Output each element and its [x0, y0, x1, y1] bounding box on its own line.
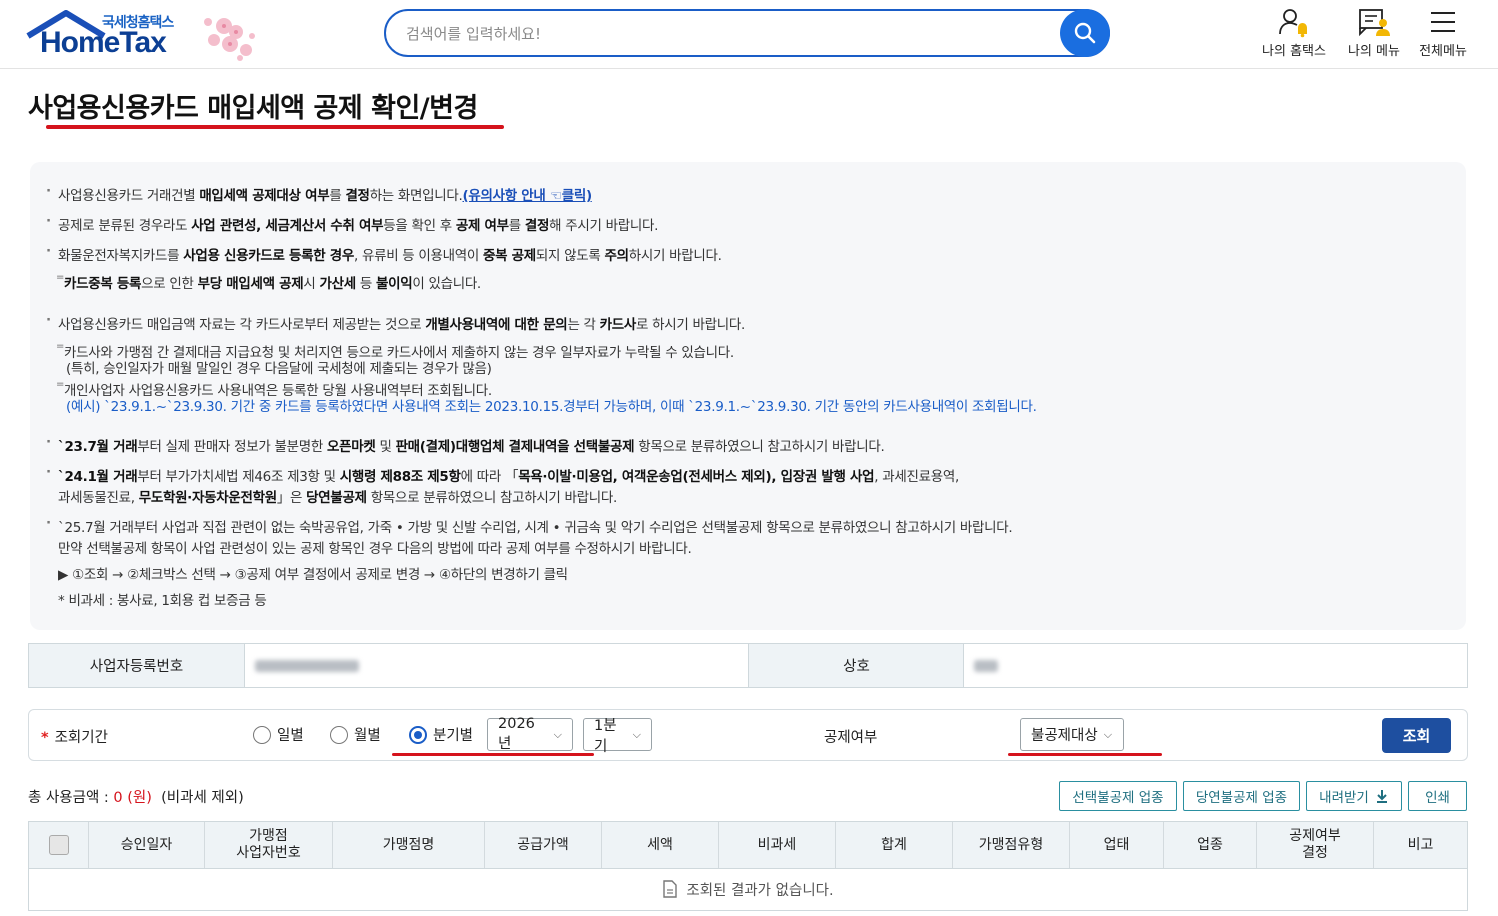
- biz-no-value: [244, 644, 748, 687]
- search-button[interactable]: [1060, 9, 1110, 57]
- col-business-type: 업태: [1070, 822, 1164, 868]
- nav-my-hometax[interactable]: 나의 홈택스: [1260, 6, 1328, 59]
- title-underline: [46, 125, 504, 129]
- nav-label: 전체메뉴: [1419, 44, 1467, 59]
- page-title: 사업용신용카드 매입세액 공제 확인/변경: [28, 93, 478, 124]
- notice-line: 공제로 분류된 경우라도 사업 관련성, 세금계산서 수취 여부등을 확인 후 …: [46, 213, 658, 234]
- col-merchant-biz-no: 가맹점 사업자번호: [205, 822, 333, 868]
- year-select[interactable]: 2026년 ⌵: [487, 716, 573, 752]
- radio-daily[interactable]: 일별: [253, 724, 304, 745]
- nav-all-menu[interactable]: 전체메뉴: [1414, 6, 1472, 59]
- col-approval-date: 승인일자: [89, 822, 205, 868]
- print-button[interactable]: 인쇄: [1408, 781, 1467, 811]
- deduct-select[interactable]: 불공제대상 ⌵: [1020, 718, 1124, 751]
- total-amount-value: 0 (원): [113, 790, 152, 806]
- grid-header: 승인일자 가맹점 사업자번호 가맹점명 공급가액 세액 비과세 합계 가맹점유형…: [29, 822, 1467, 869]
- period-label: * 조회기간: [41, 730, 108, 746]
- hamburger-menu-icon: [1431, 12, 1455, 32]
- notice-line: `23.7월 거래부터 실제 판매자 정보가 불분명한 오픈마켓 및 판매(결제…: [46, 434, 885, 455]
- nav-label: 나의 메뉴: [1348, 44, 1400, 59]
- optional-nondeduct-button[interactable]: 선택불공제 업종: [1059, 781, 1177, 811]
- search-bar: [384, 9, 1110, 57]
- notice-example: (예시) `23.9.1.~`23.9.30. 기간 중 카드를 등록하였다면 …: [66, 399, 1037, 415]
- col-deduction-decision: 공제여부 결정: [1257, 822, 1374, 868]
- download-button[interactable]: 내려받기: [1306, 781, 1402, 811]
- quarter-select[interactable]: 1분기 ⌵: [583, 718, 652, 755]
- col-remarks: 비고: [1407, 836, 1434, 853]
- col-merchant-name: 가맹점명: [333, 822, 485, 868]
- trade-name-label: 상호: [748, 644, 964, 687]
- col-tax: 세액: [602, 822, 719, 868]
- document-icon: [663, 880, 678, 898]
- download-icon: [1376, 790, 1387, 803]
- notice-line: 화물운전자복지카드를 사업용 신용카드로 등록한 경우, 유류비 등 이용내역이…: [46, 243, 722, 264]
- col-total: 합계: [836, 822, 953, 868]
- taxpayer-info-table: 사업자등록번호 상호: [28, 643, 1468, 688]
- empty-message: 조회된 결과가 없습니다.: [686, 882, 834, 899]
- mandatory-nondeduct-button[interactable]: 당연불공제 업종: [1183, 781, 1300, 811]
- radio-quarterly[interactable]: 분기별: [409, 724, 473, 745]
- user-bell-icon: [1279, 9, 1307, 38]
- col-tax-exempt: 비과세: [719, 822, 836, 868]
- notice-line: 만약 선택불공제 항목이 사업 관련성이 있는 공제 항목인 경우 다음의 방법…: [58, 541, 692, 557]
- nav-my-menu[interactable]: 나의 메뉴: [1345, 6, 1403, 59]
- select-all-checkbox[interactable]: [48, 835, 69, 855]
- empty-result-row: 조회된 결과가 없습니다.: [29, 868, 1467, 910]
- logo-wordmark: HomeTax: [40, 26, 167, 59]
- notice-line: 사업용신용카드 거래건별 매입세액 공제대상 여부를 결정하는 화면입니다.(유…: [46, 183, 593, 204]
- result-grid: 승인일자 가맹점 사업자번호 가맹점명 공급가액 세액 비과세 합계 가맹점유형…: [28, 821, 1468, 911]
- my-menu-icon: [1359, 9, 1390, 37]
- notice-subline: (특히, 승인일자가 매월 말일인 경우 다음달에 국세청에 제출되는 경우가 …: [66, 361, 492, 377]
- search-input[interactable]: [404, 21, 1048, 47]
- hometax-logo[interactable]: 국세청홈택스 HomeTax: [26, 8, 266, 64]
- nav-label: 나의 홈택스: [1262, 44, 1326, 59]
- chevron-down-icon: ⌵: [553, 727, 562, 741]
- notice-line: `25.7월 거래부터 사업과 직접 관련이 없는 숙박공유업, 가죽 • 가방…: [46, 515, 1013, 536]
- search-icon: [1074, 22, 1096, 44]
- notice-line: 과세동물진료, 무도학원·자동차운전학원」은 당연불공제 항목으로 분류하였으니…: [58, 490, 618, 506]
- highlight-underline: [392, 753, 594, 756]
- query-conditions: * 조회기간 일별 월별 분기별 2026년 ⌵ 1분기 ⌵ 공제여부 불공제대상 ⌵: [28, 709, 1468, 761]
- notice-subline: 카드중복 등록으로 인한 부당 매입세액 공제시 가산세 등 불이익이 있습니다…: [56, 272, 481, 292]
- cherry-blossom-icon: [204, 18, 255, 61]
- col-supply-amount: 공급가액: [485, 822, 602, 868]
- col-merchant-type: 가맹점유형: [953, 822, 1070, 868]
- chevron-down-icon: ⌵: [1103, 727, 1113, 741]
- notice-steps: ▶ ①조회 → ②체크박스 선택 → ③공제 여부 결정에서 공제로 변경 → …: [58, 567, 568, 583]
- highlight-underline: [1008, 753, 1162, 756]
- total-amount: 총 사용금액 : 0 (원) (비과세 제외): [28, 790, 244, 806]
- deduct-label: 공제여부: [824, 730, 878, 746]
- notice-line: `24.1월 거래부터 부가가치세법 제46조 제3항 및 시행령 제88조 제…: [46, 464, 959, 485]
- select-all-checkbox-cell: [29, 822, 89, 868]
- caution-guide-link[interactable]: (유의사항 안내 ☜클릭): [463, 188, 593, 204]
- notice-line: 사업용신용카드 매입금액 자료는 각 카드사로부터 제공받는 것으로 개별사용내…: [46, 312, 745, 333]
- notice-box: 사업용신용카드 거래건별 매입세액 공제대상 여부를 결정하는 화면입니다.(유…: [30, 162, 1466, 630]
- biz-no-label: 사업자등록번호: [29, 644, 244, 687]
- chevron-down-icon: ⌵: [632, 727, 641, 741]
- col-business-item: 업종: [1164, 822, 1257, 868]
- radio-monthly[interactable]: 월별: [330, 724, 381, 745]
- search-submit-button[interactable]: 조회: [1382, 718, 1451, 753]
- trade-name-value: [963, 644, 1467, 687]
- top-header: 국세청홈택스 HomeTax 나의 홈택스: [0, 0, 1498, 69]
- notice-footnote: * 비과세 : 봉사료, 1회용 컵 보증금 등: [58, 593, 267, 609]
